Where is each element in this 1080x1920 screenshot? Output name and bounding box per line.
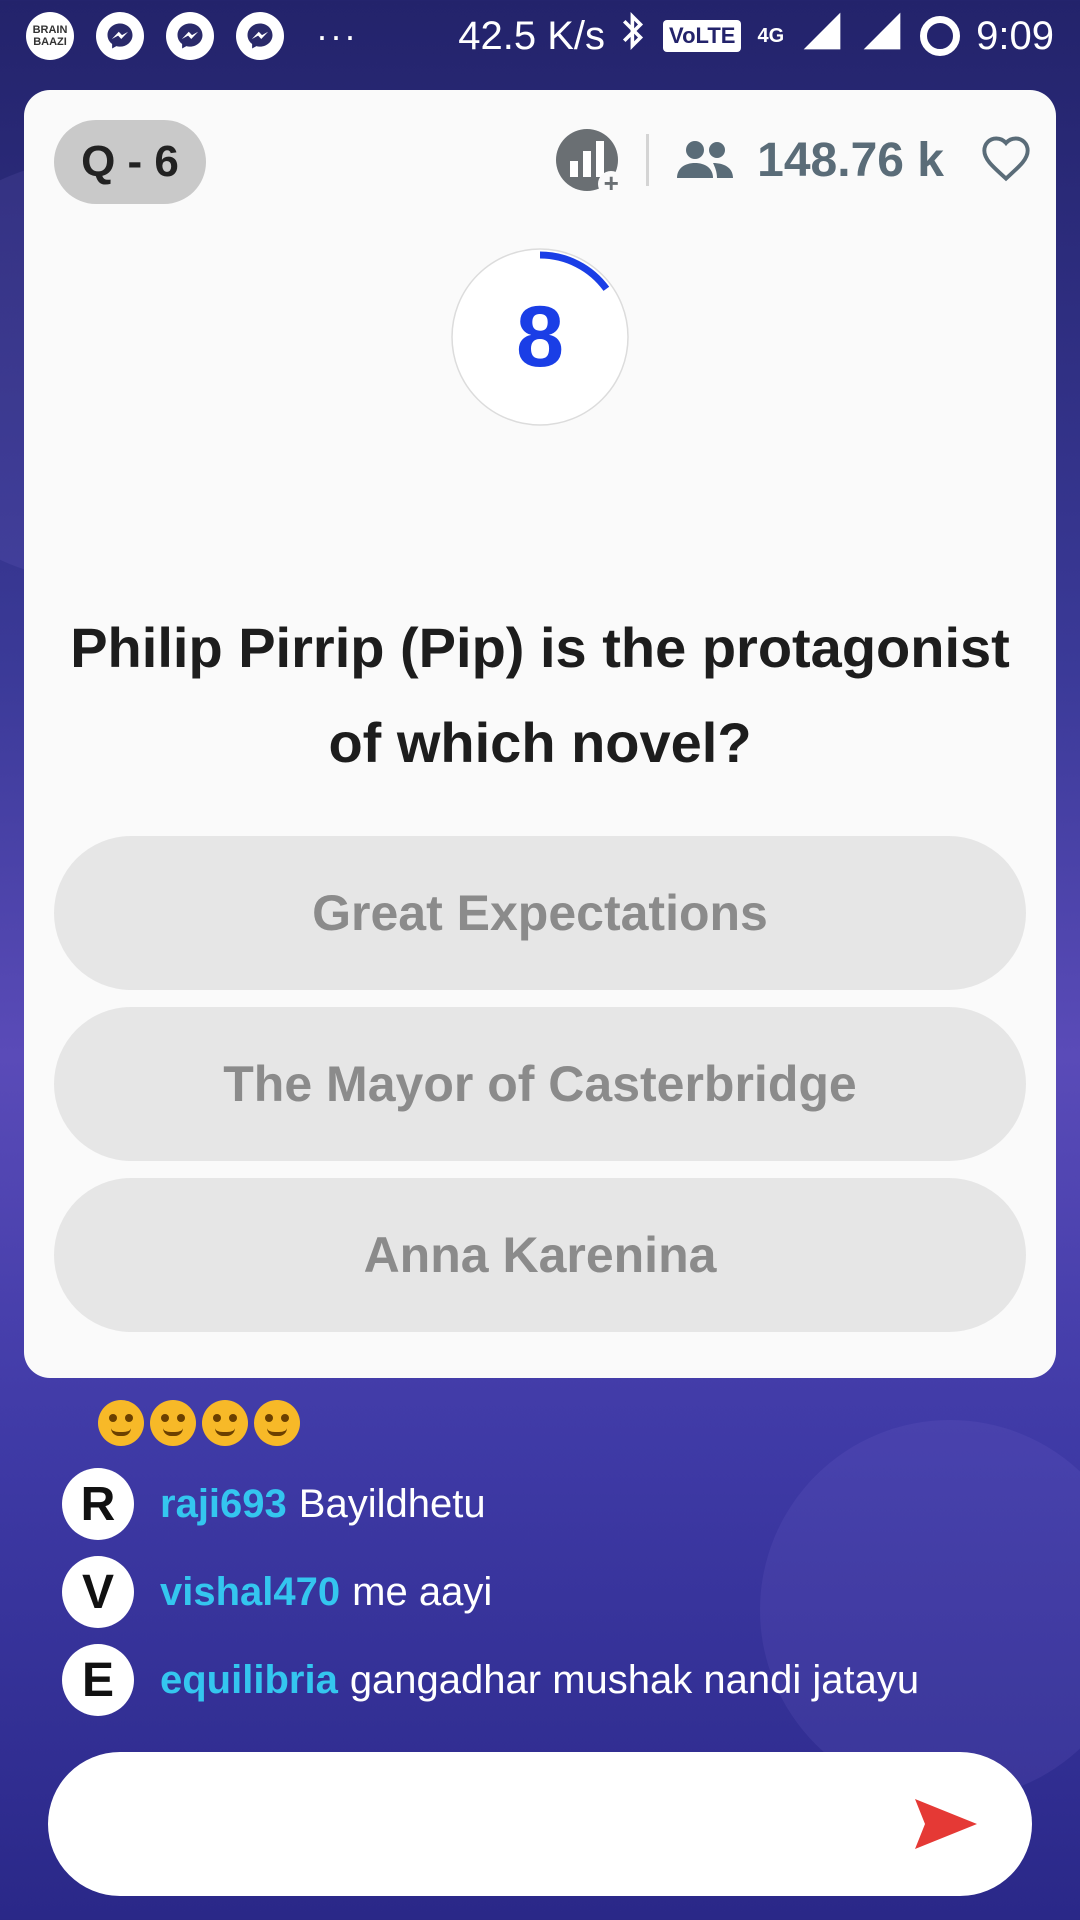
chat-message: E equilibria gangadhar mushak nandi jatay…: [62, 1644, 919, 1716]
wink-emoji-icon: [254, 1400, 300, 1446]
network-speed: 42.5 K/s: [458, 13, 606, 58]
countdown-timer: 8: [450, 247, 630, 427]
chat-body: me aayi: [352, 1569, 493, 1614]
answer-option-2[interactable]: The Mayor of Casterbridge: [54, 1007, 1026, 1161]
leaderboard-icon[interactable]: +: [556, 129, 625, 197]
people-icon: [677, 141, 734, 178]
viewer-count: 148.76 k: [675, 133, 944, 188]
status-bar: BRAIN BAAZI ··· 42.5 K/s VoLTE 4G 9:09: [0, 0, 1080, 72]
chat-input[interactable]: [98, 1801, 910, 1847]
answer-option-3[interactable]: Anna Karenina: [54, 1178, 1026, 1332]
volte-badge: VoLTE: [663, 20, 742, 52]
send-icon[interactable]: [910, 1794, 982, 1854]
chat-message: V vishal470 me aayi: [62, 1556, 492, 1628]
answer-option-1[interactable]: Great Expectations: [54, 836, 1026, 990]
chat-emoji-line: [98, 1400, 300, 1446]
battery-icon: [920, 16, 961, 56]
wink-emoji-icon: [150, 1400, 196, 1446]
avatar: E: [62, 1644, 134, 1716]
more-notifications-icon: ···: [316, 15, 358, 56]
chat-message-text: vishal470 me aayi: [160, 1570, 492, 1615]
question-text: Philip Pirrip (Pip) is the protagonist o…: [70, 616, 1010, 774]
chat-username: raji693: [160, 1481, 287, 1526]
brainbaazi-app-icon: BRAIN BAAZI: [26, 12, 74, 60]
bluetooth-icon: [621, 11, 647, 61]
chat-body: Bayildhetu: [298, 1481, 486, 1526]
chat-message-text: equilibria gangadhar mushak nandi jatayu: [160, 1658, 919, 1703]
chat-input-bar: [48, 1752, 1032, 1896]
signal-icon: [860, 9, 904, 63]
chat-username: equilibria: [160, 1657, 338, 1702]
chat-message-text: raji693 Bayildhetu: [160, 1482, 486, 1527]
chat-body: gangadhar mushak nandi jatayu: [349, 1657, 920, 1702]
question-number-badge: Q - 6: [54, 120, 206, 204]
wink-emoji-icon: [98, 1400, 144, 1446]
bg-decoration: [760, 1420, 1080, 1800]
network-type: 4G: [757, 24, 785, 47]
heart-icon[interactable]: [980, 134, 1032, 187]
divider: [646, 134, 650, 186]
timer-value: 8: [516, 288, 564, 385]
avatar: R: [62, 1468, 134, 1540]
chat-message: R raji693 Bayildhetu: [62, 1468, 486, 1540]
viewer-count-text: 148.76 k: [757, 133, 944, 187]
messenger-icon: [96, 12, 144, 60]
plus-icon: +: [598, 170, 625, 197]
clock: 9:09: [976, 13, 1054, 58]
messenger-icon: [166, 12, 214, 60]
crying-emoji-icon: [202, 1400, 248, 1446]
signal-icon: [800, 9, 844, 63]
quiz-card: Q - 6 + 148.76 k 8 Philip Pirrip (Pip) i…: [24, 90, 1056, 1378]
messenger-icon: [236, 12, 284, 60]
quiz-header-actions: + 148.76 k: [556, 124, 1032, 197]
chat-username: vishal470: [160, 1569, 341, 1614]
avatar: V: [62, 1556, 134, 1628]
